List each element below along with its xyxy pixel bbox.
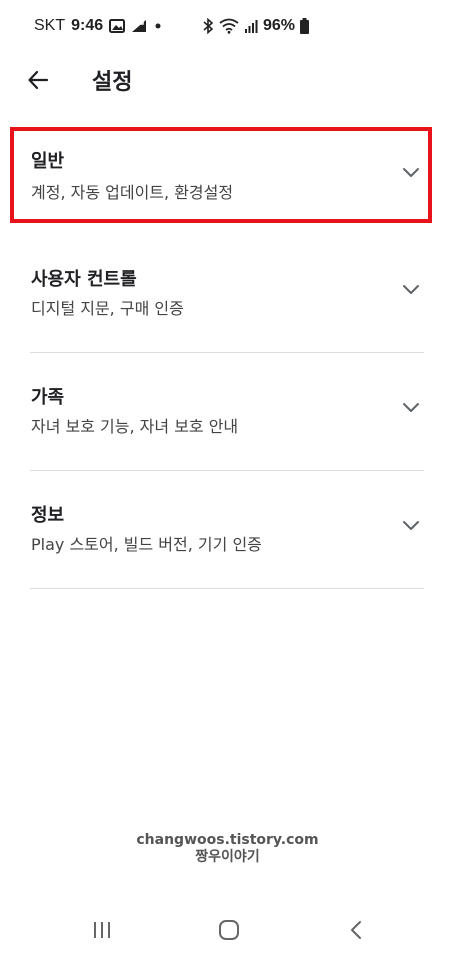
chevron-down-icon — [401, 279, 421, 299]
arrow-left-icon — [27, 69, 49, 91]
gallery-icon — [109, 19, 126, 33]
setting-subtitle: 계정, 자동 업데이트, 환경설정 — [31, 183, 234, 202]
dot-icon — [153, 21, 163, 31]
app-bar: 설정 — [0, 52, 455, 108]
settings-list: 일반 계정, 자동 업데이트, 환경설정 사용자 컨트롤 디지털 지문, 구매 … — [0, 117, 455, 589]
clock: 9:46 — [71, 17, 104, 34]
wifi-icon — [219, 18, 239, 34]
nav-back-button[interactable] — [341, 918, 371, 942]
cell-signal-icon — [244, 19, 258, 33]
back-button[interactable] — [18, 60, 58, 100]
setting-item-about[interactable]: 정보 Play 스토어, 빌드 버전, 기기 인증 — [0, 471, 455, 589]
setting-title: 사용자 컨트롤 — [31, 269, 137, 290]
chevron-down-icon — [401, 397, 421, 417]
setting-subtitle: 디지털 지문, 구매 인증 — [31, 299, 184, 318]
home-icon — [218, 919, 240, 941]
back-icon — [349, 920, 363, 940]
setting-title: 일반 — [31, 151, 65, 172]
chevron-down-icon — [401, 162, 421, 182]
status-right: 96% — [202, 17, 309, 35]
battery-percent: 96% — [262, 17, 295, 34]
page-title: 설정 — [92, 70, 133, 95]
setting-item-user-controls[interactable]: 사용자 컨트롤 디지털 지문, 구매 인증 — [0, 235, 455, 353]
navigation-bar — [0, 900, 455, 960]
bluetooth-icon — [202, 18, 214, 34]
home-button[interactable] — [214, 918, 244, 942]
data-signal-icon — [131, 19, 147, 33]
carrier-label: SKT — [34, 17, 66, 34]
divider — [30, 588, 424, 589]
setting-title: 정보 — [31, 505, 65, 526]
recent-apps-icon — [92, 921, 112, 939]
setting-item-family[interactable]: 가족 자녀 보호 기능, 자녀 보호 안내 — [0, 353, 455, 471]
watermark: changwoos.tistory.com 짱우이야기 — [0, 832, 455, 866]
status-bar: SKT 9:46 96% — [0, 0, 455, 52]
watermark-url: changwoos.tistory.com — [136, 832, 319, 848]
watermark-name: 짱우이야기 — [195, 849, 260, 865]
chevron-down-icon — [401, 515, 421, 535]
recent-apps-button[interactable] — [87, 918, 117, 942]
setting-item-general[interactable]: 일반 계정, 자동 업데이트, 환경설정 — [0, 117, 455, 235]
highlight-box — [10, 127, 432, 223]
setting-subtitle: 자녀 보호 기능, 자녀 보호 안내 — [31, 417, 239, 436]
status-left: SKT 9:46 — [34, 17, 163, 35]
setting-title: 가족 — [31, 387, 65, 408]
setting-subtitle: Play 스토어, 빌드 버전, 기기 인증 — [31, 535, 262, 554]
battery-icon — [300, 18, 309, 34]
